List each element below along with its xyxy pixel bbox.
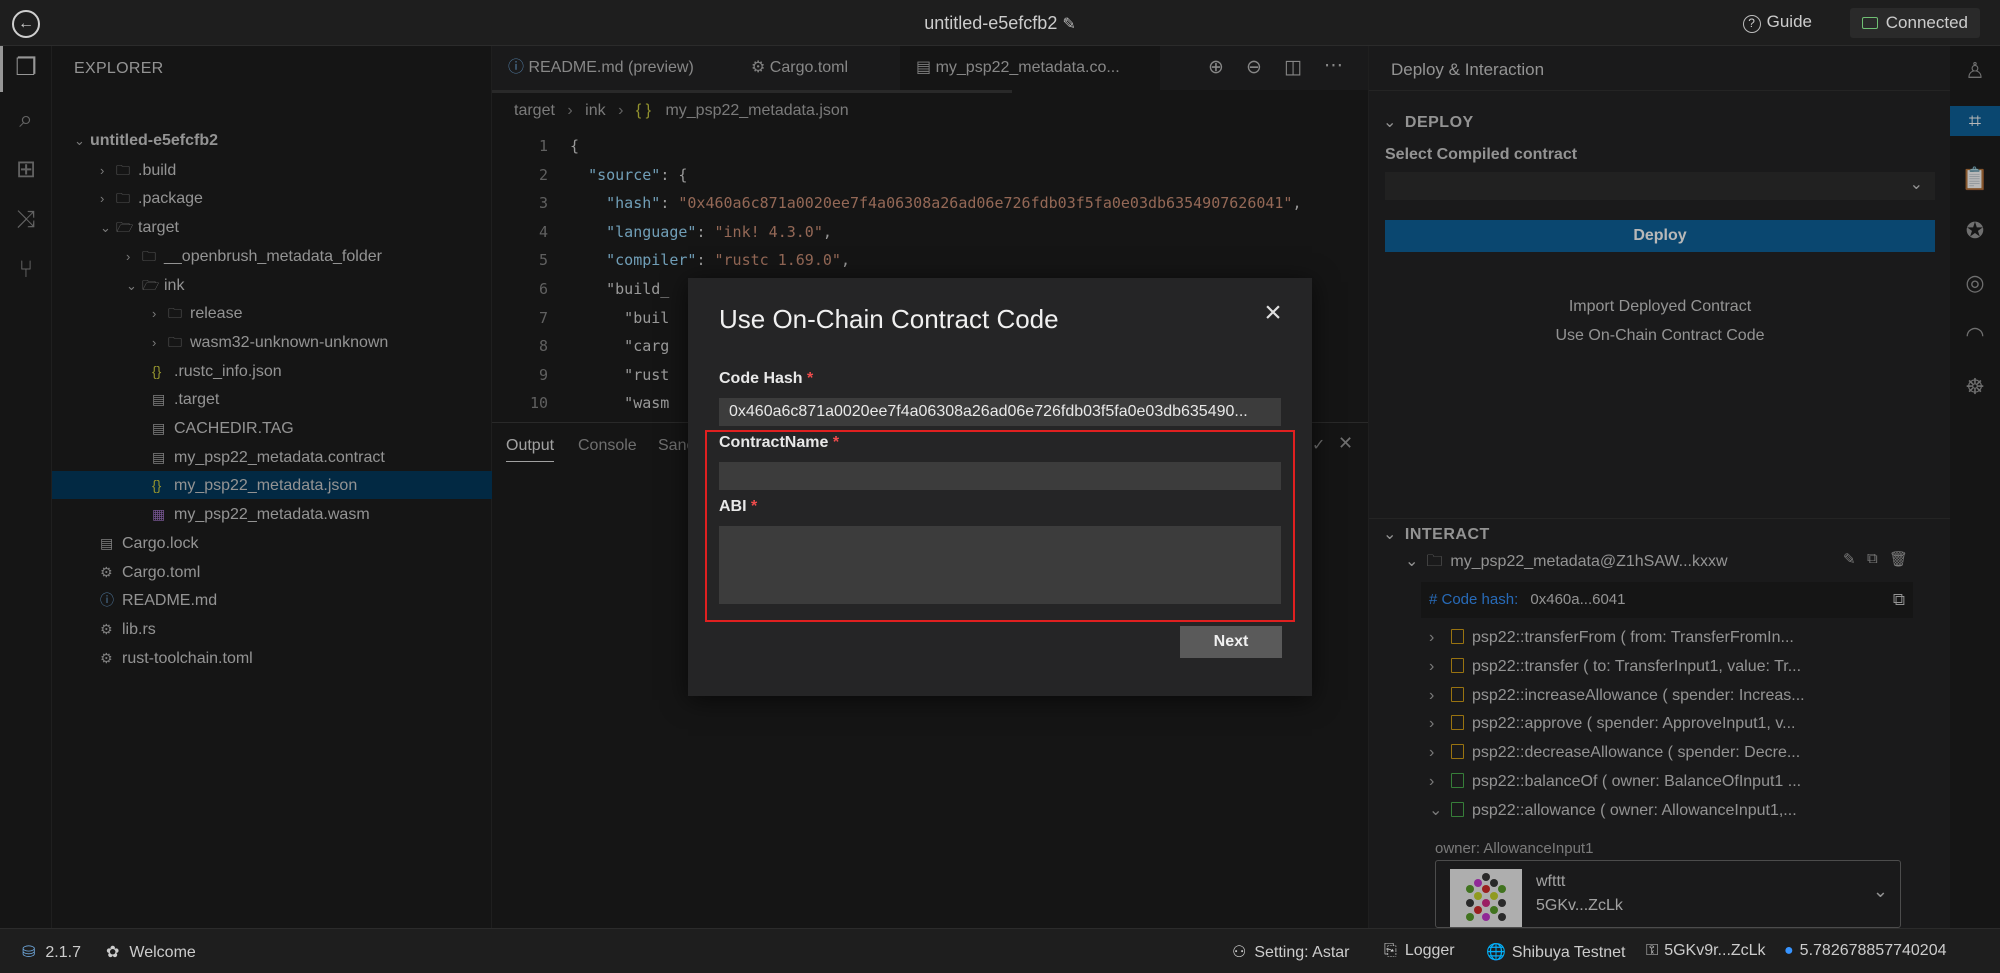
- onchain-code-dialog: Use On-Chain Contract Code × Code Hash *…: [688, 278, 1312, 696]
- required-mark: *: [751, 498, 758, 515]
- help-circle-icon: ?: [1742, 15, 1761, 33]
- connection-status-button[interactable]: Connected: [1849, 8, 1980, 38]
- coin-icon: ●: [1784, 942, 1794, 959]
- contract-name-label-text: ContractName: [719, 434, 829, 451]
- welcome-icon: ✿: [106, 944, 120, 961]
- abi-field-label: ABI *: [719, 498, 757, 516]
- abi-textarea[interactable]: [719, 526, 1281, 604]
- guide-label: Guide: [1766, 12, 1812, 31]
- contract-name-field-label: ContractName *: [719, 434, 839, 452]
- required-mark: *: [832, 434, 840, 451]
- user-settings-icon: ⚇: [1232, 944, 1247, 961]
- code-hash-input[interactable]: [719, 398, 1281, 426]
- connection-status-label: Connected: [1885, 13, 1968, 32]
- title-bar: ← untitled-e5efcfb2 ✎ ? Guide Connected: [0, 0, 2000, 46]
- version-indicator[interactable]: ⛁ 2.1.7: [22, 942, 81, 962]
- key-icon: ⚿: [1646, 942, 1659, 959]
- logger-icon: ⎘: [1384, 942, 1397, 959]
- setting-label: Setting: Astar: [1254, 944, 1350, 961]
- logger-button[interactable]: ⎘ Logger: [1384, 942, 1455, 960]
- close-icon[interactable]: ×: [1260, 298, 1286, 328]
- contract-name-input[interactable]: [719, 462, 1281, 490]
- network-button[interactable]: 🌐 Shibuya Testnet: [1486, 942, 1625, 962]
- database-icon: ⛁: [22, 944, 36, 961]
- logger-label: Logger: [1404, 942, 1455, 959]
- welcome-label: Welcome: [129, 944, 196, 961]
- globe-icon: 🌐: [1486, 944, 1506, 961]
- abi-label-text: ABI: [719, 498, 747, 515]
- project-title[interactable]: untitled-e5efcfb2 ✎: [0, 13, 2000, 34]
- pencil-icon[interactable]: ✎: [1062, 16, 1075, 33]
- required-mark: *: [807, 370, 814, 387]
- code-hash-field-label: Code Hash *: [719, 370, 813, 388]
- dialog-title: Use On-Chain Contract Code: [719, 304, 1059, 334]
- guide-button[interactable]: ? Guide: [1742, 12, 1812, 33]
- account-label: 5GKv9r...ZcLk: [1664, 942, 1766, 959]
- project-title-text: untitled-e5efcfb2: [924, 13, 1058, 33]
- status-bar: ⛁ 2.1.7 ✿ Welcome ⚇ Setting: Astar ⎘ Logger …: [0, 928, 2000, 973]
- balance-status: ● 5.782678857740204: [1784, 942, 1947, 960]
- version-label: 2.1.7: [45, 944, 81, 961]
- next-button[interactable]: Next: [1180, 626, 1282, 658]
- setting-button[interactable]: ⚇ Setting: Astar: [1232, 942, 1350, 962]
- code-hash-label-text: Code Hash: [719, 370, 803, 387]
- account-status[interactable]: ⚿ 5GKv9r...ZcLk: [1646, 942, 1766, 960]
- monitor-icon: [1861, 17, 1878, 29]
- balance-label: 5.782678857740204: [1799, 942, 1947, 959]
- welcome-button[interactable]: ✿ Welcome: [106, 942, 196, 962]
- network-label: Shibuya Testnet: [1511, 944, 1626, 961]
